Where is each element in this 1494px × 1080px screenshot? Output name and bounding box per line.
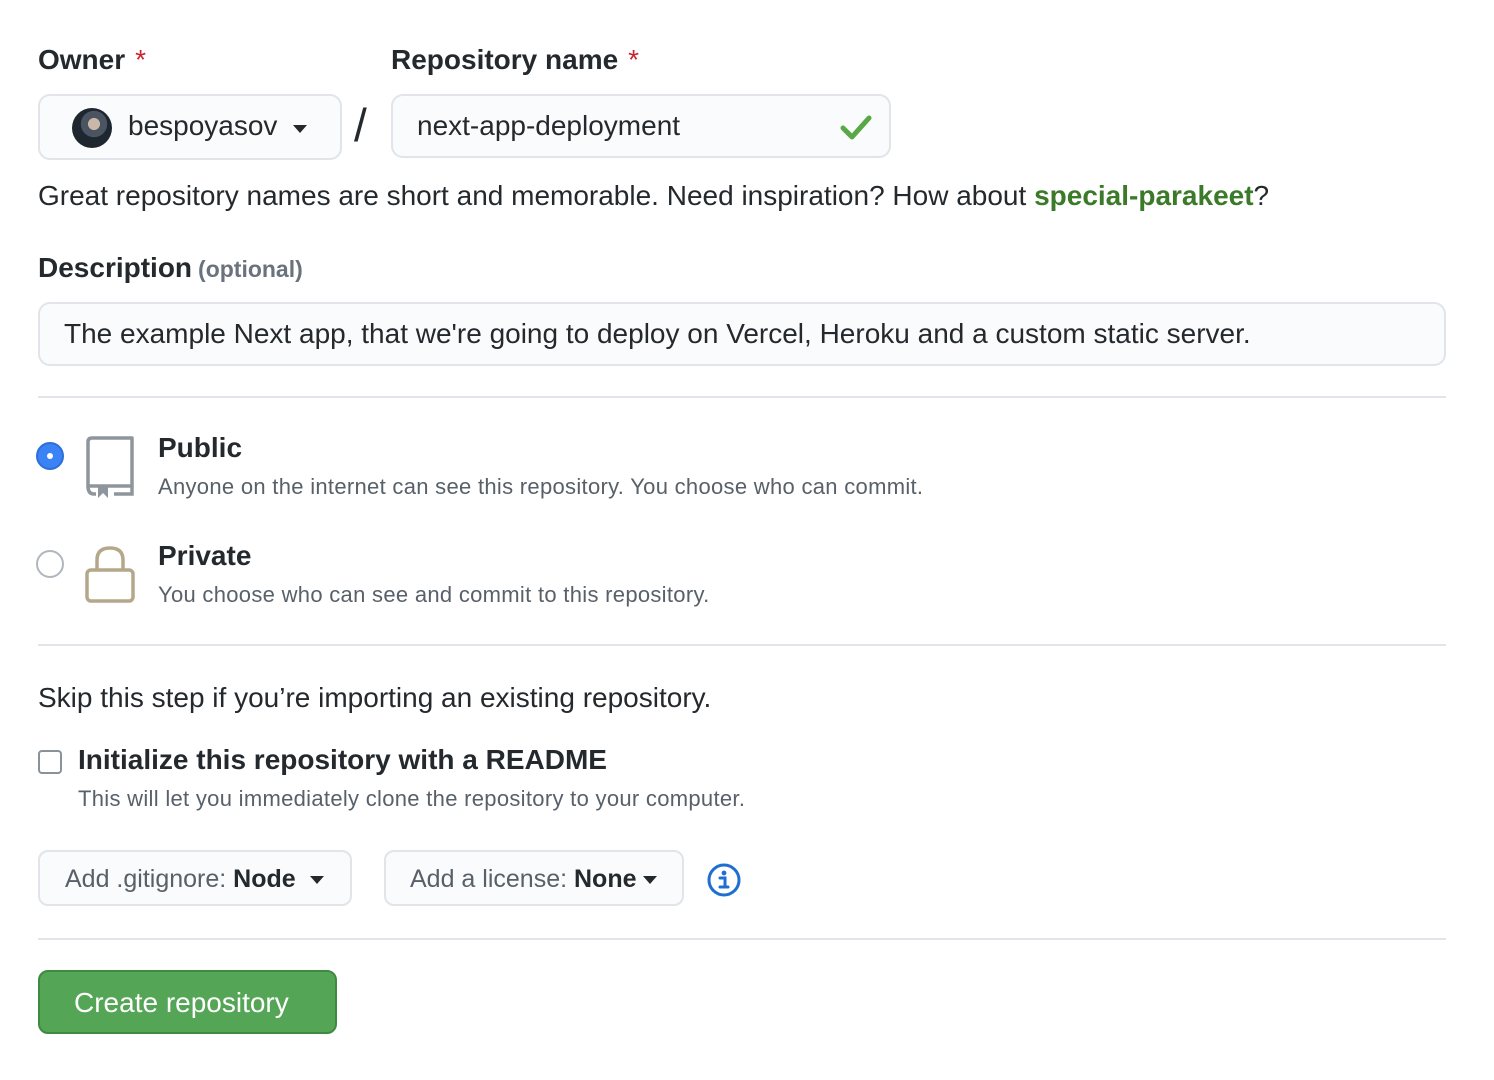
hint-text: Great repository names are short and mem… (38, 180, 1035, 211)
lock-icon (85, 546, 135, 603)
readme-checkbox[interactable] (38, 750, 62, 774)
owner-repo-separator: / (354, 99, 367, 151)
readme-label[interactable]: Initialize this repository with a README (78, 744, 607, 776)
repo-name-input[interactable] (393, 96, 889, 156)
chevron-down-icon (293, 125, 307, 133)
radio-private[interactable] (36, 550, 64, 578)
owner-select-button[interactable]: bespoyasov (38, 94, 342, 160)
repo-name-label-text: Repository name (391, 44, 619, 75)
repo-name-hint: Great repository names are short and mem… (38, 180, 1269, 212)
public-title: Public (158, 432, 243, 463)
description-label-text: Description (38, 252, 193, 283)
avatar (72, 108, 112, 148)
public-description: Anyone on the internet can see this repo… (158, 474, 924, 499)
owner-label-text: Owner (38, 44, 126, 75)
description-label: Description (optional) (38, 252, 303, 284)
license-value: None (574, 865, 637, 893)
description-input[interactable] (40, 304, 1444, 364)
private-description: You choose who can see and commit to thi… (158, 582, 710, 607)
info-icon[interactable] (706, 862, 742, 898)
readme-description: This will let you immediately clone the … (78, 786, 746, 811)
create-repository-label: Create repository (74, 987, 289, 1018)
skip-step-text: Skip this step if you’re importing an ex… (38, 682, 712, 713)
repo-icon (86, 436, 134, 498)
divider (38, 396, 1446, 398)
create-repository-button[interactable]: Create repository (38, 970, 337, 1034)
hint-suffix: ? (1253, 180, 1270, 211)
chevron-down-icon (310, 876, 324, 884)
repo-name-required-mark: * (628, 44, 640, 75)
divider (38, 938, 1446, 940)
owner-required-mark: * (135, 44, 147, 75)
repo-name-field (391, 94, 891, 158)
check-icon (840, 115, 872, 140)
gitignore-select[interactable]: Add .gitignore: Node (38, 850, 352, 906)
chevron-down-icon (643, 876, 657, 884)
optional-tag: (optional) (198, 256, 303, 282)
owner-label: Owner * (38, 44, 146, 76)
gitignore-value: Node (233, 865, 296, 893)
radio-public[interactable] (36, 442, 64, 470)
description-field (38, 302, 1446, 366)
divider (38, 644, 1446, 646)
license-select[interactable]: Add a license: None (384, 850, 684, 906)
gitignore-label: Add .gitignore: (65, 865, 227, 893)
suggestion-link[interactable]: special-parakeet (1034, 180, 1253, 211)
license-label: Add a license: (410, 865, 568, 893)
repo-name-label: Repository name * (391, 44, 639, 76)
owner-value: bespoyasov (128, 110, 278, 141)
private-title: Private (158, 540, 252, 571)
